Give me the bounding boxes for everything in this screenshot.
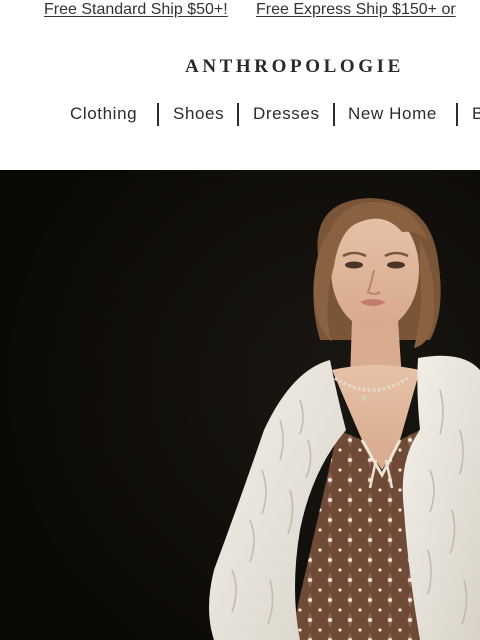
nav-item-dresses[interactable]: Dresses (253, 104, 320, 124)
nav-item-shoes[interactable]: Shoes (173, 104, 224, 124)
hero-banner[interactable] (0, 170, 480, 640)
nav-divider (157, 103, 159, 126)
promo-bar: Free Standard Ship $50+! Free Express Sh… (0, 0, 480, 22)
main-navigation: Clothing Shoes Dresses New Home B (0, 100, 480, 130)
free-express-shipping-link[interactable]: Free Express Ship $150+ or (256, 1, 456, 19)
hero-image (0, 170, 480, 640)
free-standard-shipping-link[interactable]: Free Standard Ship $50+! (44, 1, 228, 19)
nav-divider (333, 103, 335, 126)
nav-divider (456, 103, 458, 126)
nav-divider (237, 103, 239, 126)
brand-logo[interactable]: ANTHROPOLOGIE (185, 56, 404, 78)
nav-item-new-home[interactable]: New Home (348, 104, 437, 124)
nav-item-clothing[interactable]: Clothing (70, 104, 137, 124)
nav-item-truncated[interactable]: B (472, 104, 480, 124)
